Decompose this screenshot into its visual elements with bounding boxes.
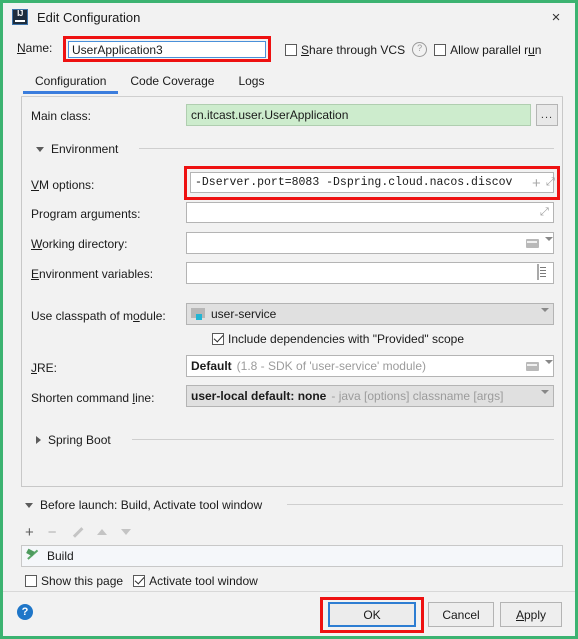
spring-boot-section-label: Spring Boot bbox=[48, 433, 111, 447]
module-icon bbox=[191, 308, 205, 320]
environment-section-label: Environment bbox=[51, 142, 119, 156]
vm-options-expand-icon[interactable]: ⤢ bbox=[546, 176, 555, 189]
working-directory-input[interactable] bbox=[186, 232, 554, 254]
allow-parallel-run-checkbox[interactable]: Allow parallel run bbox=[434, 43, 541, 57]
jre-dropdown[interactable]: Default (1.8 - SDK of 'user-service' mod… bbox=[186, 355, 554, 377]
allow-parallel-run-box bbox=[434, 43, 447, 56]
environment-section-rule bbox=[139, 148, 554, 149]
shorten-command-line-hint: - java [options] classname [args] bbox=[331, 389, 504, 403]
before-launch-label: Before launch: Build, Activate tool wind… bbox=[40, 498, 263, 512]
jre-value: Default bbox=[191, 359, 232, 373]
dialog-footer: ? OK Cancel Apply bbox=[3, 591, 575, 636]
edit-configuration-dialog: Edit Configuration × Name: Share through… bbox=[0, 0, 578, 639]
spring-boot-section-rule bbox=[132, 439, 554, 440]
chevron-down-icon bbox=[36, 146, 44, 152]
share-through-vcs-label: Share through VCS bbox=[301, 42, 406, 57]
shorten-command-line-dropdown-icon[interactable] bbox=[541, 390, 549, 408]
show-this-page-box bbox=[25, 575, 37, 587]
before-launch-rule bbox=[287, 504, 563, 505]
name-input[interactable] bbox=[68, 41, 266, 58]
activate-tool-window-box bbox=[133, 575, 146, 587]
main-class-label: Main class: bbox=[31, 109, 92, 123]
program-arguments-input[interactable] bbox=[186, 202, 554, 223]
jre-dropdown-icon[interactable] bbox=[545, 360, 553, 378]
chevron-down-icon bbox=[25, 502, 33, 508]
allow-parallel-run-label: Allow parallel run bbox=[450, 42, 542, 57]
bottom-checkbox-row: Show this page Activate tool window bbox=[25, 574, 258, 588]
jre-hint: (1.8 - SDK of 'user-service' module) bbox=[236, 359, 426, 373]
name-row: Name: Share through VCS ? Allow parallel… bbox=[3, 33, 575, 65]
ok-button[interactable]: OK bbox=[328, 602, 416, 627]
edit-task-icon[interactable] bbox=[71, 526, 83, 538]
environment-variables-editor-icon[interactable] bbox=[537, 264, 539, 280]
jre-label: JRE: bbox=[31, 361, 58, 375]
tab-logs[interactable]: Logs bbox=[226, 71, 276, 94]
share-through-vcs-box bbox=[285, 43, 297, 56]
environment-variables-label: Environment variables: bbox=[31, 267, 154, 281]
apply-button[interactable]: Apply bbox=[500, 602, 562, 627]
vm-options-label: VM options: bbox=[31, 178, 95, 192]
title-bar: Edit Configuration × bbox=[3, 3, 575, 31]
name-row-options: Share through VCS ? Allow parallel run bbox=[285, 42, 541, 57]
activate-tool-window-checkbox[interactable]: Activate tool window bbox=[133, 574, 258, 588]
shorten-command-line-dropdown[interactable]: user-local default: none - java [options… bbox=[186, 385, 554, 407]
tab-code-coverage[interactable]: Code Coverage bbox=[118, 71, 226, 94]
working-directory-label: Working directory: bbox=[31, 237, 128, 251]
environment-variables-input[interactable] bbox=[186, 262, 554, 284]
main-class-value: cn.itcast.user.UserApplication bbox=[191, 108, 349, 122]
before-launch-header[interactable]: Before launch: Build, Activate tool wind… bbox=[25, 498, 262, 512]
show-this-page-label: Show this page bbox=[41, 574, 124, 588]
before-launch-toolbar: + − bbox=[25, 522, 131, 542]
use-classpath-module-label: Use classpath of module: bbox=[31, 309, 166, 323]
include-dependencies-label: Include dependencies with "Provided" sco… bbox=[228, 332, 465, 346]
name-label: Name: bbox=[17, 41, 53, 55]
environment-section-header[interactable]: Environment bbox=[36, 142, 118, 156]
vm-options-value: -Dserver.port=8083 -Dspring.cloud.nacos.… bbox=[195, 176, 513, 189]
name-field-container bbox=[63, 36, 271, 62]
vm-options-input[interactable]: -Dserver.port=8083 -Dspring.cloud.nacos.… bbox=[190, 172, 554, 193]
configuration-panel: Main class: cn.itcast.user.UserApplicati… bbox=[21, 97, 563, 487]
help-icon[interactable]: ? bbox=[17, 604, 33, 620]
move-task-up-icon[interactable] bbox=[96, 529, 107, 535]
program-arguments-label: Program arguments: bbox=[31, 207, 141, 221]
share-vcs-help-icon[interactable]: ? bbox=[412, 42, 428, 57]
use-classpath-module-value: user-service bbox=[211, 307, 277, 321]
use-classpath-module-dropdown-icon[interactable] bbox=[541, 308, 549, 326]
before-launch-list[interactable]: Build bbox=[21, 545, 563, 567]
activate-tool-window-label: Activate tool window bbox=[149, 574, 258, 588]
intellij-idea-icon bbox=[12, 9, 28, 25]
share-through-vcs-checkbox[interactable]: Share through VCS bbox=[285, 43, 405, 57]
show-this-page-checkbox[interactable]: Show this page bbox=[25, 574, 123, 588]
shorten-command-line-value: user-local default: none bbox=[191, 389, 327, 403]
spring-boot-section-header[interactable]: Spring Boot bbox=[36, 433, 111, 447]
move-task-down-icon[interactable] bbox=[120, 529, 131, 535]
use-classpath-module-dropdown[interactable]: user-service bbox=[186, 303, 554, 325]
close-icon[interactable]: × bbox=[545, 7, 567, 27]
hammer-icon bbox=[27, 549, 41, 563]
main-class-input[interactable]: cn.itcast.user.UserApplication bbox=[186, 104, 531, 126]
program-arguments-expand-icon[interactable]: ⤢ bbox=[540, 206, 549, 219]
vm-options-insert-macro-icon[interactable]: + bbox=[532, 176, 541, 191]
before-launch-item-build: Build bbox=[47, 549, 74, 563]
main-class-browse-button[interactable]: ... bbox=[536, 104, 558, 126]
cancel-button[interactable]: Cancel bbox=[428, 602, 494, 627]
remove-task-icon[interactable]: − bbox=[48, 525, 57, 540]
working-directory-dropdown-icon[interactable] bbox=[545, 237, 553, 255]
shorten-command-line-label: Shorten command line: bbox=[31, 391, 155, 405]
include-dependencies-box bbox=[212, 333, 224, 345]
tab-configuration[interactable]: Configuration bbox=[23, 71, 119, 94]
add-task-icon[interactable]: + bbox=[25, 525, 34, 540]
window-title: Edit Configuration bbox=[37, 9, 141, 25]
chevron-right-icon bbox=[36, 436, 41, 444]
include-dependencies-checkbox[interactable]: Include dependencies with "Provided" sco… bbox=[212, 332, 464, 346]
tab-bar: Configuration Code Coverage Logs bbox=[3, 71, 575, 97]
